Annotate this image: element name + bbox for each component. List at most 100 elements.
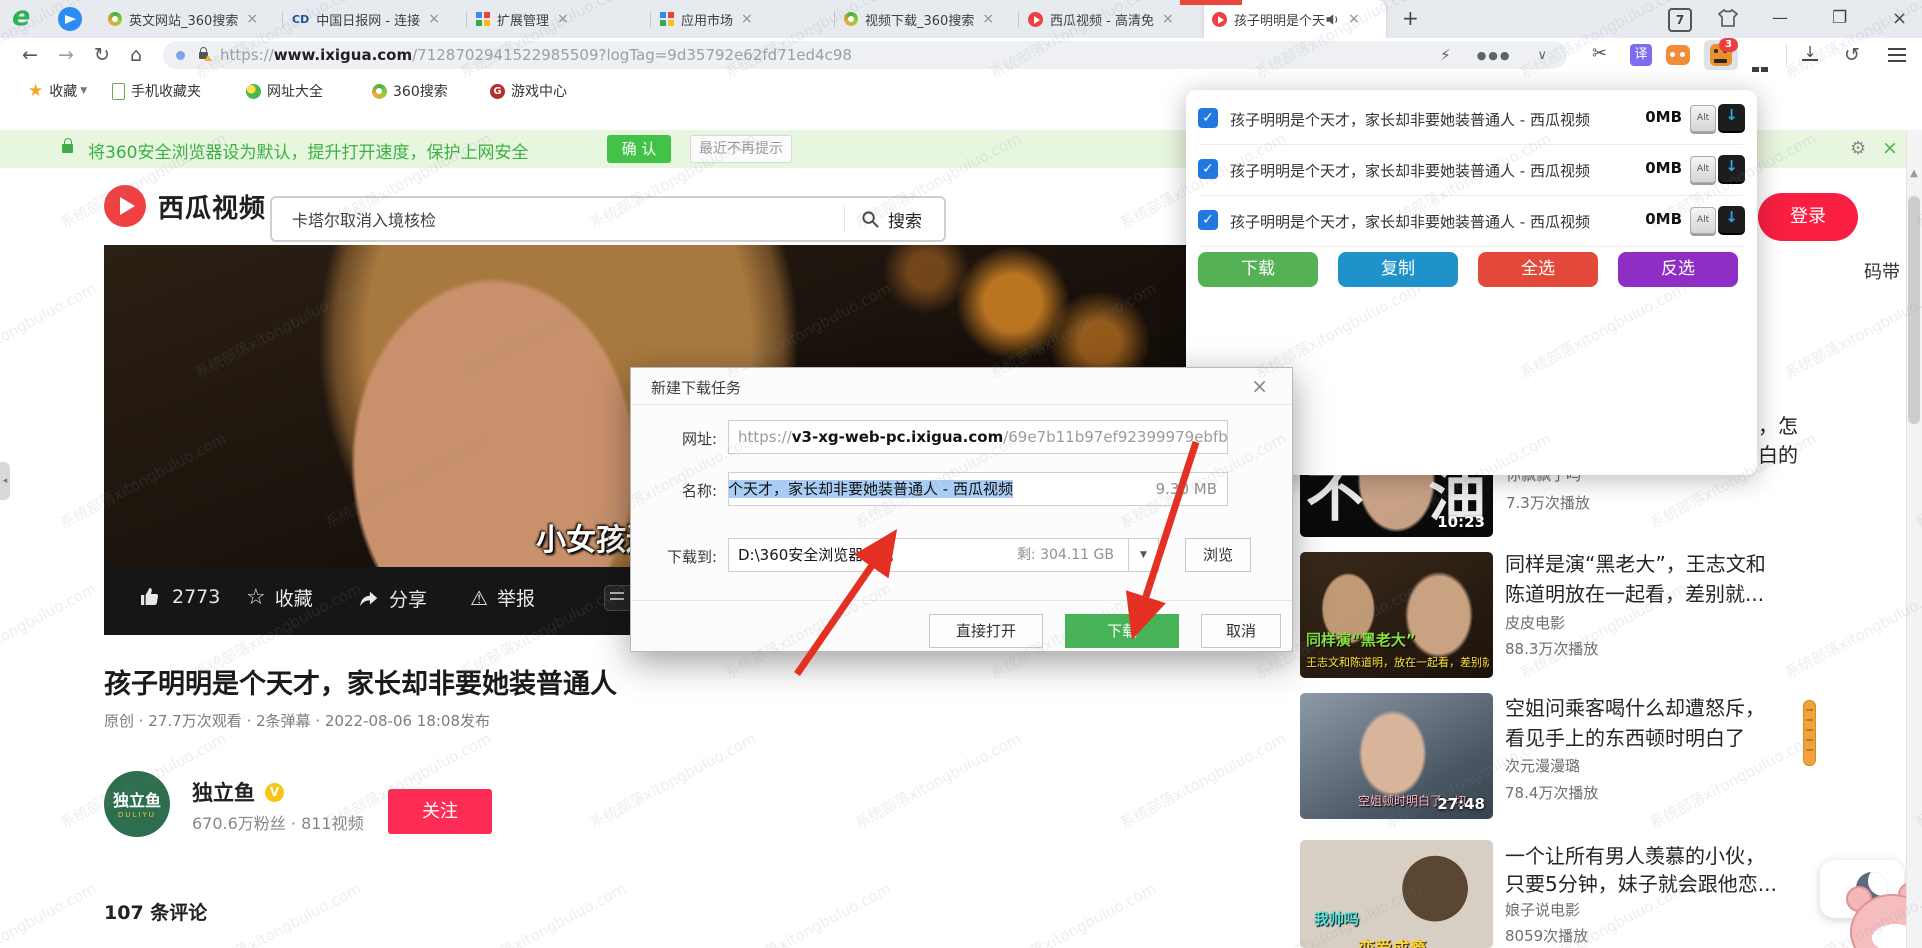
open-directly-button[interactable]: 直接打开 xyxy=(929,614,1043,648)
more-dots-icon[interactable]: ●●● xyxy=(1477,49,1512,62)
bookmark-favorites[interactable]: ★ 收藏 ▼ xyxy=(28,81,87,101)
author-avatar[interactable]: 独立鱼 DULIYU xyxy=(104,771,170,837)
search-button[interactable]: 搜索 xyxy=(888,207,922,232)
dialog-close-icon[interactable]: × xyxy=(1251,374,1268,398)
site-info-icon[interactable] xyxy=(176,51,185,60)
window-maximize-button[interactable]: ❐ xyxy=(1832,8,1847,28)
pinned-site-icon[interactable] xyxy=(58,7,82,31)
lock-warning-icon[interactable] xyxy=(199,52,208,59)
login-button[interactable]: 登录 xyxy=(1758,193,1858,241)
report-button[interactable]: ⚠ 举报 xyxy=(470,584,535,611)
bookmark-site-directory[interactable]: 网址大全 xyxy=(246,81,323,101)
related-title[interactable]: 空姐问乘客喝什么却遭怒斥， xyxy=(1505,692,1765,721)
skin-theme-icon[interactable] xyxy=(1716,8,1740,28)
undo-restore-icon[interactable]: ↺ xyxy=(1844,44,1860,66)
popup-invert-button[interactable]: 反选 xyxy=(1618,252,1738,287)
address-bar[interactable]: https://www.ixigua.com/71287029415229855… xyxy=(163,41,1567,69)
tab-close-icon[interactable]: × xyxy=(557,11,569,27)
tab-2[interactable]: CD 中国日报网 - 连接 × xyxy=(284,0,464,38)
download-item-row[interactable]: ✓ 孩子明明是个天才，家长却非要她装普通人 - 西瓜视频 0MB Alt ↓ xyxy=(1186,195,1757,246)
download-item-row[interactable]: ✓ 孩子明明是个天才，家长却非要她装普通人 - 西瓜视频 0MB Alt ↓ xyxy=(1186,144,1757,195)
share-button[interactable]: 分享 xyxy=(358,585,427,612)
checkbox-checked[interactable]: ✓ xyxy=(1198,108,1218,128)
popup-copy-button[interactable]: 复制 xyxy=(1338,252,1458,287)
browser-logo-icon[interactable]: e xyxy=(12,4,30,30)
file-size: 0MB xyxy=(1634,159,1682,177)
name-input[interactable]: 个天才，家长却非要她装普通人 - 西瓜视频 9.30 MB xyxy=(728,472,1228,506)
video-downloader-extension-icon[interactable]: 3 xyxy=(1704,40,1738,70)
bookmark-game-center[interactable]: G 游戏中心 xyxy=(490,81,567,101)
tab-3[interactable]: 扩展管理 × xyxy=(468,0,648,38)
browse-button[interactable]: 浏览 xyxy=(1185,538,1251,572)
notice-close-icon[interactable]: × xyxy=(1882,137,1898,159)
refresh-icon[interactable]: ↻ xyxy=(94,44,110,66)
url-input[interactable]: https://v3-xg-web-pc.ixigua.com/69e7b11b… xyxy=(728,420,1228,454)
tab-6[interactable]: 西瓜视频 - 高清免 × xyxy=(1020,0,1200,38)
tab-active[interactable]: 孩子明明是个天 × xyxy=(1204,0,1386,38)
scrollbar-thumb[interactable] xyxy=(1908,196,1920,424)
home-icon[interactable]: ⌂ xyxy=(130,44,142,66)
author-name[interactable]: 独立鱼 xyxy=(192,777,255,807)
tab-1[interactable]: 英文网站_360搜索 × xyxy=(100,0,280,38)
tab-close-icon[interactable]: × xyxy=(741,11,753,27)
related-author[interactable]: 皮皮电影 xyxy=(1505,612,1565,633)
dialog-download-button[interactable]: 下载 xyxy=(1065,614,1179,648)
new-tab-button[interactable]: + xyxy=(1402,6,1419,30)
chevron-down-icon[interactable]: ∨ xyxy=(1537,48,1547,63)
checkbox-checked[interactable]: ✓ xyxy=(1198,210,1218,230)
download-item-row[interactable]: ✓ 孩子明明是个天才，家长却非要她装普通人 - 西瓜视频 0MB Alt ↓ xyxy=(1186,93,1757,144)
bookmark-phone-folder[interactable]: 手机收藏夹 xyxy=(112,81,201,101)
related-title[interactable]: 陈道明放在一起看，差别就... xyxy=(1505,578,1764,607)
related-video-thumb-3[interactable]: 空姐顿时明白了一切 27:48 xyxy=(1300,693,1493,819)
download-key-button[interactable]: ↓ xyxy=(1718,206,1745,233)
destination-input[interactable]: D:\360安全浏览器下载 剩: 304.11 GB ▼ xyxy=(728,538,1159,572)
window-close-button[interactable]: × xyxy=(1892,8,1907,29)
url-text[interactable]: https://www.ixigua.com/71287029415229855… xyxy=(220,46,852,64)
dont-remind-button[interactable]: 最近不再提示 xyxy=(690,135,792,163)
popup-download-button[interactable]: 下载 xyxy=(1198,252,1318,287)
related-author[interactable]: 次元漫漫璐 xyxy=(1505,755,1580,776)
related-video-thumb-4[interactable]: 我帅吗 恋爱成瘾 xyxy=(1300,840,1493,948)
related-title[interactable]: 同样是演“黑老大”，王志文和 xyxy=(1505,548,1766,577)
side-panel-handle[interactable]: ◂ xyxy=(0,462,10,500)
site-logo[interactable]: 西瓜视频 xyxy=(104,185,266,227)
bookmark-360-search[interactable]: 360搜索 xyxy=(372,81,448,101)
tab-close-icon[interactable]: × xyxy=(1348,11,1360,27)
forward-icon[interactable]: → xyxy=(58,44,74,66)
tab-close-icon[interactable]: × xyxy=(428,11,440,27)
lightning-icon[interactable]: ⚡ xyxy=(1440,46,1451,64)
scrollbar-up-icon[interactable]: ▲ xyxy=(1907,168,1921,179)
tab-close-icon[interactable]: × xyxy=(1162,11,1174,27)
checkbox-checked[interactable]: ✓ xyxy=(1198,159,1218,179)
tab-close-icon[interactable]: × xyxy=(246,11,258,27)
search-box[interactable]: 卡塔尔取消入境核检 搜索 xyxy=(270,196,946,242)
scissors-icon[interactable]: ✂ xyxy=(1592,43,1607,64)
tab-close-icon[interactable]: × xyxy=(982,11,994,27)
tab-5[interactable]: 视频下载_360搜索 × xyxy=(836,0,1016,38)
popup-select-all-button[interactable]: 全选 xyxy=(1478,252,1598,287)
gear-icon[interactable]: ⚙ xyxy=(1850,138,1866,159)
destination-dropdown-icon[interactable]: ▼ xyxy=(1128,539,1158,571)
related-title[interactable]: 看见手上的东西顿时明白了 xyxy=(1505,722,1745,751)
window-minimize-button[interactable]: — xyxy=(1772,8,1788,27)
tab-4[interactable]: 应用市场 × xyxy=(652,0,832,38)
tab-audio-icon[interactable] xyxy=(1325,13,1340,26)
download-key-button[interactable]: ↓ xyxy=(1718,104,1745,131)
confirm-button[interactable]: 确 认 xyxy=(607,135,671,163)
related-title[interactable]: 一个让所有男人羡慕的小伙， xyxy=(1505,840,1765,869)
related-title[interactable]: 只要5分钟，妹子就会跟他恋... xyxy=(1505,868,1777,897)
menu-icon[interactable] xyxy=(1888,48,1906,50)
follow-button[interactable]: 关注 xyxy=(388,789,492,834)
like-button[interactable]: 2773 xyxy=(138,585,220,609)
search-input[interactable]: 卡塔尔取消入境核检 xyxy=(292,207,844,231)
download-key-button[interactable]: ↓ xyxy=(1718,155,1745,182)
related-video-thumb-2[interactable]: 同样演“黑老大” 王志文和陈道明，放在一起看，差别就出来了2 xyxy=(1300,552,1493,678)
game-center-icon[interactable] xyxy=(1666,45,1690,65)
translate-icon[interactable]: 译 xyxy=(1630,44,1652,66)
related-author[interactable]: 娘子说电影 xyxy=(1505,899,1580,920)
restore-tabs-button[interactable]: 7 xyxy=(1668,8,1692,32)
back-icon[interactable]: ← xyxy=(22,44,38,66)
cancel-button[interactable]: 取消 xyxy=(1201,614,1281,648)
favorite-button[interactable]: ☆ 收藏 xyxy=(246,584,313,611)
downloads-icon[interactable]: ↓ xyxy=(1802,45,1818,61)
